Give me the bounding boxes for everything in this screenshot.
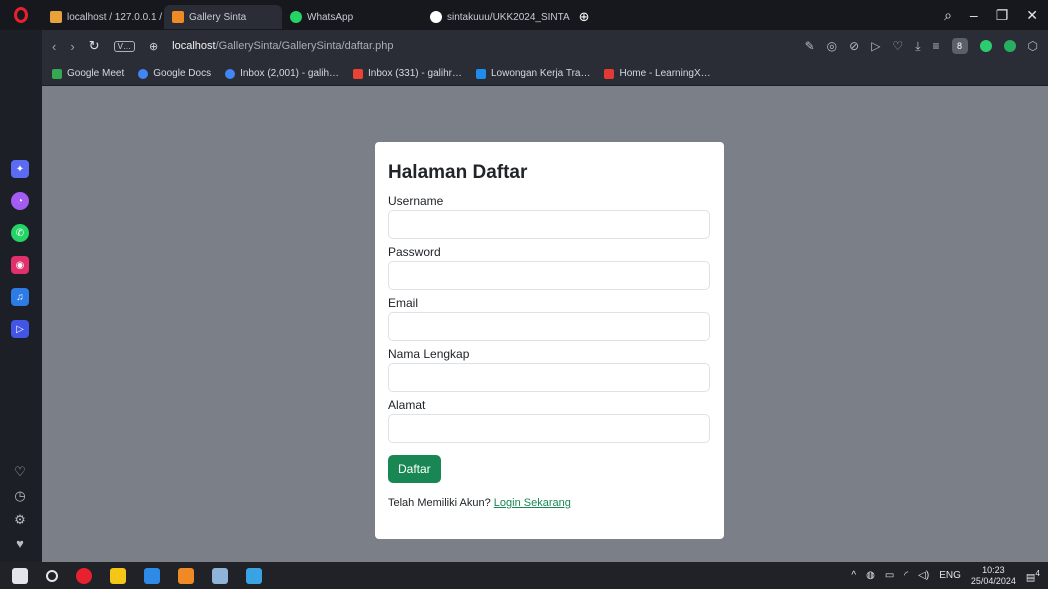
- file-explorer-icon[interactable]: [110, 567, 126, 584]
- address-input[interactable]: [388, 414, 710, 443]
- url-field[interactable]: localhost/GallerySinta/GallerySinta/daft…: [172, 40, 393, 52]
- password-input[interactable]: [388, 261, 710, 290]
- whatsapp-icon: [290, 11, 302, 23]
- notepad-icon[interactable]: [212, 567, 228, 584]
- github-icon: [430, 11, 442, 23]
- tab-bar: localhost / 127.0.0.1 / ukk… Gallery Sin…: [0, 0, 1048, 30]
- notification-icon[interactable]: ▤4: [1026, 568, 1040, 583]
- browser-sidebar: ✦ ◔ ✆ ◉ ♫ ▷ ♡ ◷ ⚙ ♥: [0, 30, 42, 562]
- username-label: Username: [388, 194, 444, 208]
- xampp-icon: [172, 11, 184, 23]
- page-viewport: Halaman Daftar Username Password Email N…: [42, 86, 1048, 562]
- download-icon[interactable]: ⤓: [915, 39, 920, 54]
- bookmark-lowongan[interactable]: Lowongan Kerja Tra…: [475, 68, 590, 79]
- tips-icon[interactable]: ♥: [11, 536, 29, 554]
- tab-github[interactable]: sintakuuu/UKK2024_SINTA ⊕: [422, 5, 622, 29]
- address-bar: ‹ › ↻ V… ⊕ localhost/GallerySinta/Galler…: [42, 30, 1048, 62]
- new-tab-icon[interactable]: ⊕: [579, 9, 590, 25]
- opera-taskbar-icon[interactable]: [76, 567, 92, 584]
- photos-icon[interactable]: [246, 567, 262, 584]
- wifi-icon[interactable]: ◜: [904, 570, 908, 581]
- music-player-icon[interactable]: ♫: [11, 288, 29, 306]
- vscode-icon[interactable]: [144, 567, 160, 584]
- restore-icon[interactable]: ❐: [996, 7, 1009, 24]
- pinboard-heart-icon[interactable]: ♡: [11, 464, 29, 482]
- language-indicator[interactable]: ENG: [939, 570, 961, 581]
- learningx-icon: [604, 68, 615, 79]
- google-icon: [138, 68, 149, 79]
- history-icon[interactable]: ◷: [11, 488, 29, 506]
- email-input[interactable]: [388, 312, 710, 341]
- xampp-taskbar-icon[interactable]: [178, 567, 194, 584]
- battery-icon[interactable]: ▭: [885, 570, 894, 581]
- tab-phpmyadmin[interactable]: localhost / 127.0.0.1 / ukk…: [42, 5, 164, 29]
- bookmark-inbox-2[interactable]: Inbox (331) - galihr…: [353, 68, 462, 79]
- gmail-icon: [353, 68, 364, 79]
- email-label: Email: [388, 296, 419, 310]
- login-link[interactable]: Login Sekarang: [494, 497, 571, 509]
- settings-gear-icon[interactable]: ⚙: [11, 512, 29, 530]
- register-button[interactable]: Daftar: [388, 455, 441, 483]
- site-info-icon[interactable]: ⊕: [149, 40, 158, 53]
- job-icon: [475, 68, 486, 79]
- tab-gallery-sinta[interactable]: Gallery Sinta: [164, 5, 282, 29]
- fullname-input[interactable]: [388, 363, 710, 392]
- bookmark-learningx[interactable]: Home - LearningX…: [604, 68, 711, 79]
- fullname-label: Nama Lengkap: [388, 347, 470, 361]
- cube-icon[interactable]: ⬡: [1028, 39, 1038, 53]
- tray-chevron-icon[interactable]: ^: [851, 570, 856, 581]
- messenger-icon[interactable]: ◔: [11, 192, 29, 210]
- close-icon[interactable]: ✕: [1026, 7, 1038, 24]
- shield-icon[interactable]: ⊘: [849, 39, 859, 53]
- google-icon: [225, 68, 236, 79]
- username-input[interactable]: [388, 210, 710, 239]
- search-icon[interactable]: [46, 569, 58, 582]
- heart-icon[interactable]: ♡: [892, 39, 903, 53]
- edit-icon[interactable]: ✎: [805, 39, 815, 53]
- windows-taskbar: ^ ◍ ▭ ◜ ◁) ENG 10:23 25/04/2024 ▤4: [0, 562, 1048, 589]
- bookmark-inbox-1[interactable]: Inbox (2,001) - galih…: [225, 68, 339, 79]
- vpn-badge[interactable]: V…: [113, 40, 135, 52]
- whatsapp-sidebar-icon[interactable]: ✆: [11, 224, 29, 242]
- meet-icon: [52, 68, 62, 79]
- register-card: Halaman Daftar Username Password Email N…: [375, 142, 724, 539]
- forward-icon[interactable]: ›: [70, 39, 74, 54]
- camera-icon[interactable]: ◎: [827, 39, 837, 53]
- opera-logo-icon[interactable]: [0, 0, 42, 30]
- bookmark-google-meet[interactable]: Google Meet: [52, 68, 124, 79]
- back-icon[interactable]: ‹: [52, 39, 56, 54]
- aria-icon[interactable]: [1003, 40, 1016, 52]
- minimize-icon[interactable]: –: [970, 7, 978, 24]
- password-label: Password: [388, 245, 441, 259]
- tab-whatsapp[interactable]: WhatsApp: [282, 5, 422, 29]
- page-title: Halaman Daftar: [388, 162, 528, 183]
- bookmark-google-docs[interactable]: Google Docs: [138, 68, 211, 79]
- reload-icon[interactable]: ↻: [89, 38, 100, 54]
- phpmyadmin-icon: [50, 11, 62, 23]
- clock[interactable]: 10:23 25/04/2024: [971, 565, 1016, 587]
- extension-icon[interactable]: [979, 40, 992, 52]
- start-icon[interactable]: [12, 567, 28, 584]
- volume-icon[interactable]: ◁): [918, 570, 929, 581]
- flow-icon[interactable]: ▷: [871, 39, 880, 53]
- flow-sidebar-icon[interactable]: ▷: [11, 320, 29, 338]
- profile-icon[interactable]: 8: [951, 38, 968, 54]
- bookmarks-bar: Google Meet Google Docs Inbox (2,001) - …: [42, 62, 1048, 86]
- aria-sidebar-icon[interactable]: ✦: [11, 160, 29, 178]
- address-label: Alamat: [388, 398, 426, 412]
- search-tabs-icon[interactable]: ⌕: [944, 7, 952, 24]
- easy-setup-icon[interactable]: ≡: [933, 39, 940, 53]
- instagram-icon[interactable]: ◉: [11, 256, 29, 274]
- tray-app-icon[interactable]: ◍: [866, 570, 875, 581]
- login-prompt: Telah Memiliki Akun? Login Sekarang: [388, 497, 571, 509]
